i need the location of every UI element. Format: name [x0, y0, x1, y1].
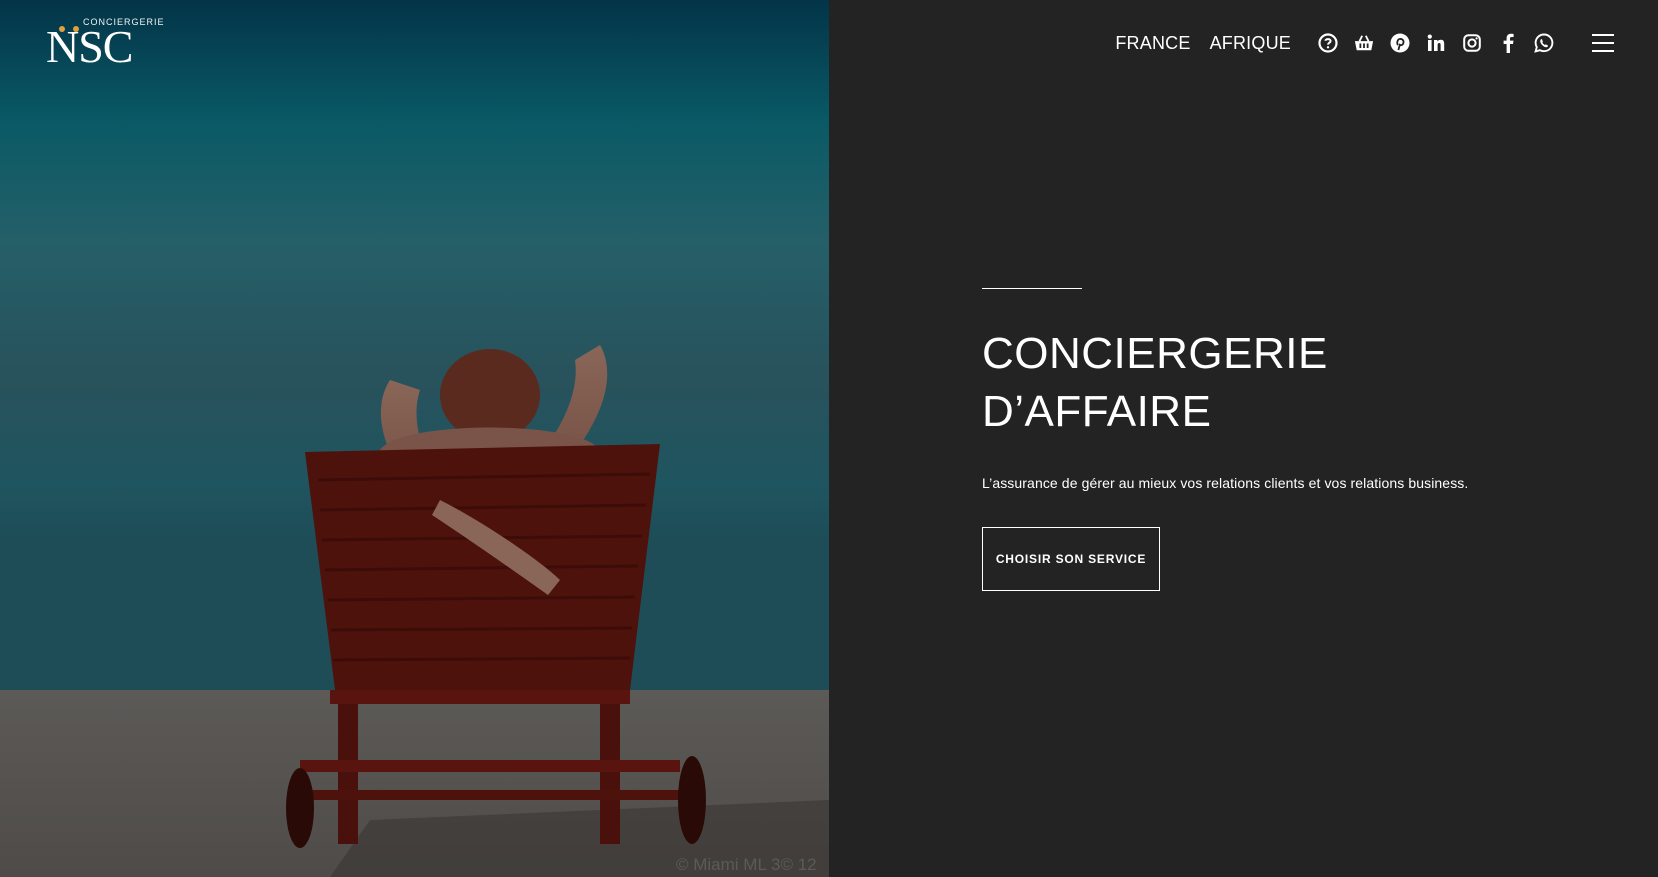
- menu-bar: [1592, 34, 1614, 36]
- hero-content: CONCIERGERIE D’AFFAIRE L’assurance de gé…: [982, 288, 1582, 591]
- beach-lounger-illustration: [0, 0, 829, 877]
- choose-service-label: CHOISIR SON SERVICE: [995, 552, 1147, 566]
- hero-title-line1: CONCIERGERIE: [982, 329, 1328, 378]
- hero-tagline: L’assurance de gérer au mieux vos relati…: [982, 475, 1469, 491]
- nav-link-france[interactable]: FRANCE: [1115, 33, 1190, 54]
- logo-wordmark: NSC: [46, 21, 133, 72]
- hamburger-menu-icon[interactable]: [1592, 34, 1614, 52]
- choose-service-button[interactable]: CHOISIR SON SERVICE: [982, 527, 1160, 591]
- help-icon[interactable]: [1318, 33, 1338, 53]
- menu-bar: [1592, 42, 1614, 44]
- facebook-icon[interactable]: [1498, 33, 1518, 53]
- hero-title-line2: D’AFFAIRE: [982, 387, 1212, 436]
- hero-title: CONCIERGERIE D’AFFAIRE: [982, 325, 1582, 441]
- menu-bar: [1592, 50, 1614, 52]
- top-navigation: FRANCE AFRIQUE: [1115, 26, 1658, 60]
- hero-divider: [982, 288, 1082, 289]
- site-logo[interactable]: CONCIERGERIE NSC: [46, 16, 176, 72]
- hero-photo: © Miami ML 3© 12: [0, 0, 829, 877]
- photo-credit: © Miami ML 3© 12: [676, 855, 817, 874]
- nav-link-afrique[interactable]: AFRIQUE: [1210, 33, 1291, 54]
- whatsapp-icon[interactable]: [1534, 33, 1554, 53]
- instagram-icon[interactable]: [1462, 33, 1482, 53]
- pinterest-icon[interactable]: [1390, 33, 1410, 53]
- shopping-basket-icon[interactable]: [1354, 33, 1374, 53]
- linkedin-icon[interactable]: [1426, 33, 1446, 53]
- page: © Miami ML 3© 12 CONCIERGERIE NSC FRANCE…: [0, 0, 1658, 877]
